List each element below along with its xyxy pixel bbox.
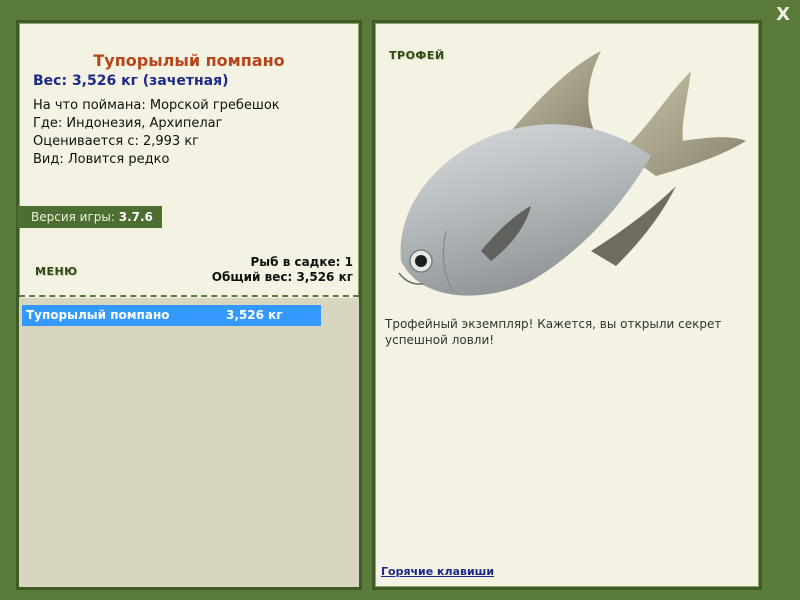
close-button[interactable]: X: [776, 4, 790, 25]
trophy-description: Трофейный экземпляр! Кажется, вы открыли…: [385, 317, 722, 347]
menu-button[interactable]: МЕНЮ: [35, 265, 78, 278]
fish-title: Тупорылый помпано: [93, 51, 285, 70]
catch-list: Тупорылый помпано 3,526 кг: [19, 298, 359, 587]
divider: [19, 295, 359, 297]
list-item[interactable]: Тупорылый помпано 3,526 кг: [22, 305, 321, 326]
version-bar: Версия игры: 3.7.6: [17, 206, 162, 228]
version-label: Версия игры:: [31, 210, 119, 224]
list-item-weight: 3,526 кг: [226, 308, 283, 322]
list-item-name: Тупорылый помпано: [26, 308, 170, 322]
caught-on: На что поймана: Морской гребешок: [33, 98, 280, 113]
location: Где: Индонезия, Архипелаг: [33, 116, 223, 131]
trophy-panel: ТРОФЕЙ Трофейный экземпляр! Кажется, вы …: [372, 20, 762, 590]
fish-info-panel: Тупорылый помпано Вес: 3,526 кг (зачетна…: [16, 20, 362, 590]
fish-image: [398, 51, 746, 296]
fish-weight: Вес: 3,526 кг (зачетная): [33, 73, 229, 89]
rated-from: Оценивается с: 2,993 кг: [33, 134, 200, 149]
version-value: 3.7.6: [118, 210, 153, 224]
fish-details: На что поймана: Морской гребешок Где: Ин…: [33, 97, 280, 169]
cage-stats: Рыб в садке: 1 Общий вес: 3,526 кг: [212, 255, 353, 285]
cage-count: Рыб в садке: 1: [250, 255, 354, 269]
fish-kind: Вид: Ловится редко: [33, 152, 170, 167]
trophy-label: ТРОФЕЙ: [389, 49, 445, 62]
hotkeys-link[interactable]: Горячие клавиши: [381, 565, 494, 578]
cage-total-weight: Общий вес: 3,526 кг: [211, 270, 353, 284]
